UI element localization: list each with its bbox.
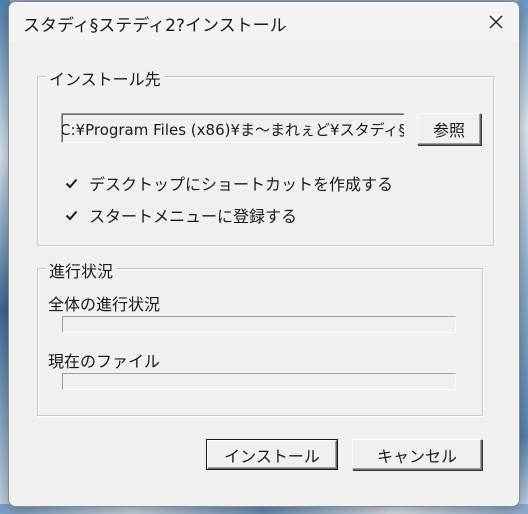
close-button[interactable] [473, 2, 519, 42]
checkmark-icon [65, 178, 78, 188]
install-destination-group: インストール先 C:¥Program Files (x86)¥ま～まれぇど¥スタ… [37, 66, 494, 246]
overall-progress-label: 全体の進行状況 [48, 295, 161, 314]
progress-legend: 進行状況 [46, 258, 117, 282]
close-icon [489, 15, 503, 29]
create-shortcut-checkbox[interactable] [65, 177, 78, 190]
install-path-field[interactable]: C:¥Program Files (x86)¥ま～まれぇど¥スタディ§ステディ2 [61, 113, 405, 143]
current-file-label: 現在のファイル [48, 352, 161, 371]
checkmark-icon [65, 210, 78, 220]
progress-group: 進行状況 全体の進行状況 現在のファイル [37, 258, 483, 416]
overall-progress-bar [62, 316, 456, 333]
install-button[interactable]: インストール [206, 439, 338, 470]
create-shortcut-label: デスクトップにショートカットを作成する [89, 175, 394, 194]
cancel-button-label: キャンセル [376, 446, 457, 466]
start-menu-option[interactable]: スタートメニューに登録する [65, 203, 297, 227]
browse-button[interactable]: 参照 [417, 113, 481, 145]
install-button-label: インストール [224, 446, 320, 466]
installer-dialog: スタディ§ステディ2?インストール インストール先 C:¥Program Fil… [8, 1, 520, 507]
install-destination-legend: インストール先 [46, 66, 164, 90]
install-path-value: C:¥Program Files (x86)¥ま～まれぇど¥スタディ§ステディ2 [61, 121, 404, 139]
window-title: スタディ§ステディ2?インストール [23, 16, 287, 36]
browse-button-label: 参照 [432, 121, 465, 140]
current-file-progress-bar [62, 373, 456, 390]
start-menu-label: スタートメニューに登録する [89, 207, 298, 226]
create-shortcut-option[interactable]: デスクトップにショートカットを作成する [65, 171, 393, 195]
title-bar[interactable]: スタディ§ステディ2?インストール [9, 2, 519, 42]
cancel-button[interactable]: キャンセル [352, 439, 482, 470]
start-menu-checkbox[interactable] [65, 209, 78, 222]
dialog-body: インストール先 C:¥Program Files (x86)¥ま～まれぇど¥スタ… [9, 42, 519, 506]
